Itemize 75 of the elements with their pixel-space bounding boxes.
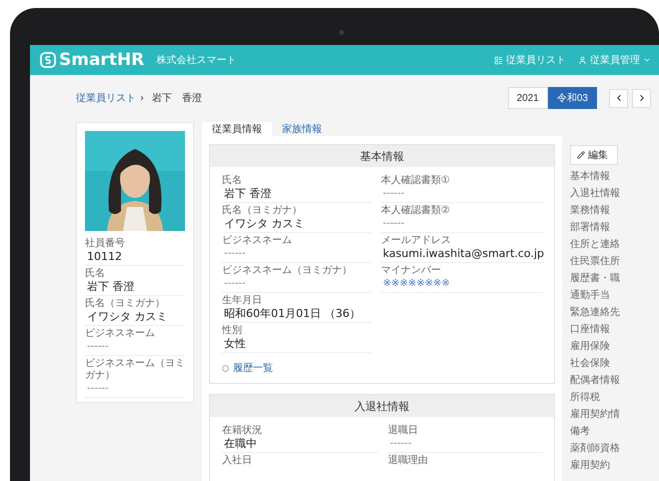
field-value: 岩下 香澄 [86,280,136,294]
field-label: 退職日 [388,425,419,437]
field-label: ビジネスネーム（ヨミガナ） [222,265,353,277]
side-nav-link[interactable]: 社会保険 [570,355,659,372]
field-value: ------ [389,437,413,451]
field-label: マイナンバー [380,265,442,277]
tab[interactable]: 家族情報 [272,122,332,136]
field-value: 10112 [86,250,123,264]
side-nav-link[interactable]: 雇用保険 [570,338,659,355]
previous-button[interactable] [609,88,628,108]
history-link[interactable]: 履歴一覧 [210,355,554,383]
field-label: ビジネスネーム（ヨミガナ） [85,358,185,382]
user-icon [578,56,587,64]
company-name: 株式会社スマート [156,54,236,67]
side-nav-link[interactable]: 部署情報 [570,219,659,236]
side-nav-link[interactable]: 住所と連絡 [570,236,659,253]
field-value: イワシタ カスミ [86,310,168,324]
field-value: ------ [382,217,406,231]
field-label: 氏名 [85,268,106,280]
field-label: 氏名（ヨミガナ） [85,298,166,310]
year-toggle[interactable]: 令和03 [548,87,597,109]
side-nav-link[interactable]: 緊急連絡先 [570,304,659,321]
breadcrumb-current: 岩下 香澄 [152,92,202,105]
field-value: ------ [382,187,406,201]
field-label: 本人確認書類② [380,205,451,217]
side-nav-link[interactable]: 住民票住所 [570,253,659,270]
next-button[interactable] [632,88,651,108]
field-label: ビジネスネーム [222,235,293,247]
side-nav-link[interactable]: 口座情報 [570,321,659,338]
side-nav-link[interactable]: 雇用契約情 [570,406,659,423]
year-toggle[interactable]: 2021 [508,87,548,109]
caret-icon [643,56,651,64]
field-label: 生年月日 [222,295,263,307]
side-nav-link[interactable]: 基本情報 [570,168,659,185]
side-nav-link[interactable]: 業務情報 [570,202,659,219]
field-value: 昭和60年01月01日 （36） [223,307,362,321]
circle-icon [222,364,229,372]
field-value: 岩下 香澄 [223,187,272,201]
field-label: 性別 [222,325,243,337]
breadcrumb-separator: › [140,92,144,104]
logo-icon [40,52,56,68]
side-nav-link[interactable]: 備考 [570,423,659,440]
side-nav-link[interactable]: 入退社情報 [570,185,659,202]
field-value: ------ [86,382,110,396]
section-title: 入退社情報 [210,395,554,417]
field-label: メールアドレス [380,235,452,247]
side-nav-link[interactable]: 所得税 [570,389,659,406]
side-nav-link[interactable]: 配偶者情報 [570,372,659,389]
field-value: 女性 [223,337,247,351]
field-value: ------ [86,340,110,354]
side-nav-link[interactable]: 雇用契約 [570,457,659,474]
camera-dot [339,30,344,35]
list-icon [494,56,503,64]
field-value: 在職中 [223,437,258,451]
field-value: ------ [223,247,247,261]
breadcrumb-link[interactable]: 従業員リスト [76,91,136,105]
field-value: ※※※※※※※※ [382,277,451,291]
field-value: ------ [223,277,247,291]
field-label: 氏名 [222,175,243,187]
field-value: イワシタ カスミ [223,217,306,231]
field-label: ビジネスネーム [85,328,156,340]
field-label: 入社日 [222,455,253,467]
section-title: 基本情報 [210,145,554,167]
pencil-icon [577,151,585,159]
edit-button[interactable]: 編集 [570,145,618,165]
field-label: 本人確認書類① [380,175,451,187]
field-label: 退職理由 [388,455,429,467]
field-label: 氏名（ヨミガナ） [222,205,303,217]
tab[interactable]: 従業員情報 [202,122,272,136]
field-value: kasumi.iwashita@smart.co.jp [382,247,544,261]
field-label: 社員番号 [85,238,126,250]
field-label: 在籍状況 [222,425,263,437]
side-nav-link[interactable]: 通勤手当 [570,287,659,304]
side-nav-link[interactable]: 履歴書・職 [570,270,659,287]
side-nav-link[interactable]: 薬剤師資格 [570,440,659,457]
